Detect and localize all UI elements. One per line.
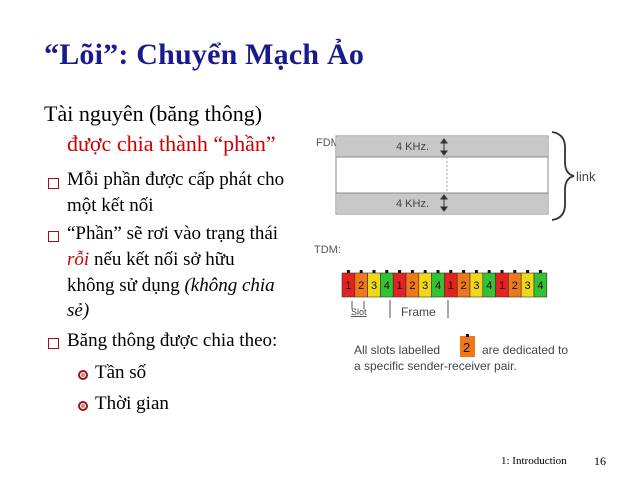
note-prefix: All slots labelled [354, 343, 440, 357]
tdm-slot-number: 4 [486, 280, 492, 292]
tdm-slot-number: 2 [461, 280, 467, 292]
note-line-2: a specific sender-receiver pair. [354, 359, 517, 373]
tdm-slot-number: 1 [345, 280, 351, 292]
footer-page-number: 16 [594, 454, 606, 468]
tdm-slot-marker [359, 270, 363, 273]
note-suffix: are dedicated to [482, 343, 568, 357]
tdm-slot-marker [449, 270, 453, 273]
tdm-slot-marker [385, 270, 389, 273]
tdm-slot-number: 4 [384, 280, 390, 292]
frame-label: Frame [401, 305, 436, 319]
tdm-slot-number: 1 [448, 280, 454, 292]
link-label: link [576, 169, 596, 184]
tdm-slot-marker [398, 270, 402, 273]
tdm-slot-marker [526, 270, 530, 273]
tdm-slot-number: 1 [499, 280, 505, 292]
tdm-label: TDM: [314, 244, 341, 256]
tdm-slot-number: 3 [473, 280, 479, 292]
slot-label: Slot [351, 307, 367, 317]
fdm-band-top [337, 137, 547, 157]
tdm-slot-number: 3 [422, 280, 428, 292]
tdm-slot-number: 2 [512, 280, 518, 292]
tdm-slot-marker [538, 270, 542, 273]
tdm-slot-marker [474, 270, 478, 273]
tdm-slot-number: 3 [371, 280, 377, 292]
tdm-slot-number: 3 [525, 280, 531, 292]
footer-chapter-label: 1: Introduction [501, 455, 567, 467]
tdm-slot-marker [500, 270, 504, 273]
band-label-top: 4 KHz. [396, 141, 429, 153]
note-slot-number: 2 [463, 340, 470, 355]
band-label-bottom: 4 KHz. [396, 198, 429, 210]
tdm-slot-marker [372, 270, 376, 273]
tdm-slot-row: 1234123412341234 [341, 270, 548, 298]
tdm-slot-number: 2 [409, 280, 415, 292]
tdm-slot-marker [423, 270, 427, 273]
fdm-band-bottom [337, 193, 547, 213]
tdm-slot-marker [436, 270, 440, 273]
tdm-slot-number: 4 [537, 280, 543, 292]
tdm-slot-marker [410, 270, 414, 273]
tdm-slot-marker [513, 270, 517, 273]
fdm-tdm-diagram: FDM: 4 KHz. 4 KHz. link TDM: 12341234123… [314, 131, 596, 373]
tdm-slot-marker [462, 270, 466, 273]
tdm-slot-marker [346, 270, 350, 273]
link-brace-icon [551, 131, 575, 221]
tdm-slot-number: 4 [435, 280, 441, 292]
tdm-slot-marker [487, 270, 491, 273]
tdm-slot-number: 2 [358, 280, 364, 292]
tdm-slot-number: 1 [397, 280, 403, 292]
